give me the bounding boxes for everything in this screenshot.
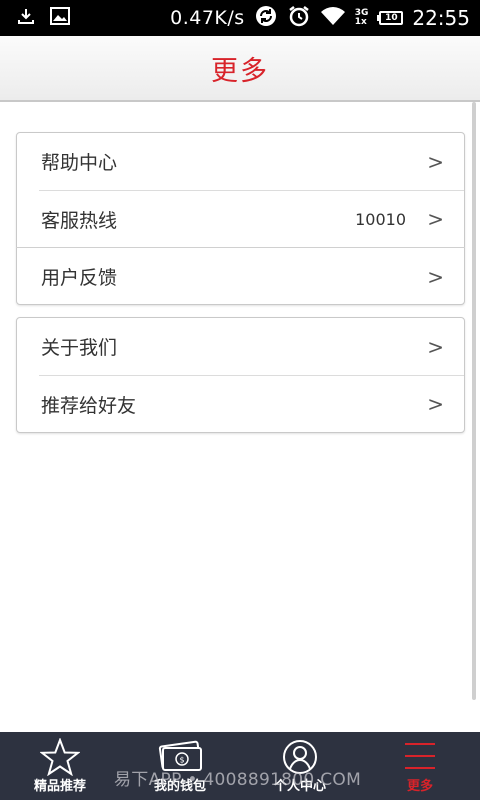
menu-group: 关于我们 > 推荐给好友 > <box>16 317 465 433</box>
clock: 22:55 <box>412 6 470 30</box>
bottom-nav: 精品推荐 $ 我的钱包 个人中心 更多 <box>0 732 480 800</box>
menu-item-recommend-to-friend[interactable]: 推荐给好友 > <box>17 376 464 434</box>
alarm-icon <box>287 4 311 32</box>
user-icon <box>281 738 319 780</box>
scrollbar[interactable] <box>472 102 476 700</box>
image-icon <box>50 7 70 29</box>
chevron-right-icon: > <box>427 207 444 232</box>
chevron-right-icon: > <box>427 392 444 417</box>
page-title: 更多 <box>211 55 269 87</box>
wifi-icon <box>320 6 346 30</box>
menu-item-label: 用户反馈 <box>41 267 118 290</box>
sync-icon <box>254 4 278 32</box>
nav-tab-more[interactable]: 更多 <box>360 732 480 800</box>
menu-item-label: 关于我们 <box>41 337 118 360</box>
network-type: 3G 1x <box>354 8 369 27</box>
hotline-number: 10010 <box>355 209 406 229</box>
menu-item-label: 帮助中心 <box>41 152 118 175</box>
title-bar: 更多 <box>0 36 480 102</box>
svg-text:$: $ <box>179 756 184 765</box>
nav-tab-profile[interactable]: 个人中心 <box>240 732 360 800</box>
content-area: 帮助中心 > 客服热线 10010 > 用户反馈 > 关于我们 > 推荐给好友 … <box>0 102 480 732</box>
status-bar: 0.47K/s 3G 1x 10 22:55 <box>0 0 480 36</box>
menu-item-label: 推荐给好友 <box>41 394 137 417</box>
battery-icon: 10 <box>377 11 404 25</box>
menu-group: 帮助中心 > 客服热线 10010 > 用户反馈 > <box>16 132 465 305</box>
menu-item-label: 客服热线 <box>41 209 118 232</box>
chevron-right-icon: > <box>427 149 444 174</box>
menu-icon <box>403 738 437 780</box>
nav-tab-featured[interactable]: 精品推荐 <box>0 732 120 800</box>
menu-item-help-center[interactable]: 帮助中心 > <box>17 133 464 191</box>
chevron-right-icon: > <box>427 264 444 289</box>
download-icon <box>16 6 36 30</box>
nav-tab-wallet[interactable]: $ 我的钱包 <box>120 732 240 800</box>
network-speed: 0.47K/s <box>170 7 245 29</box>
wallet-icon: $ <box>155 738 205 778</box>
chevron-right-icon: > <box>427 334 444 359</box>
star-icon <box>39 737 81 780</box>
menu-item-service-hotline[interactable]: 客服热线 10010 > <box>16 191 465 248</box>
menu-item-about-us[interactable]: 关于我们 > <box>17 318 464 376</box>
menu-item-user-feedback[interactable]: 用户反馈 > <box>17 248 464 306</box>
